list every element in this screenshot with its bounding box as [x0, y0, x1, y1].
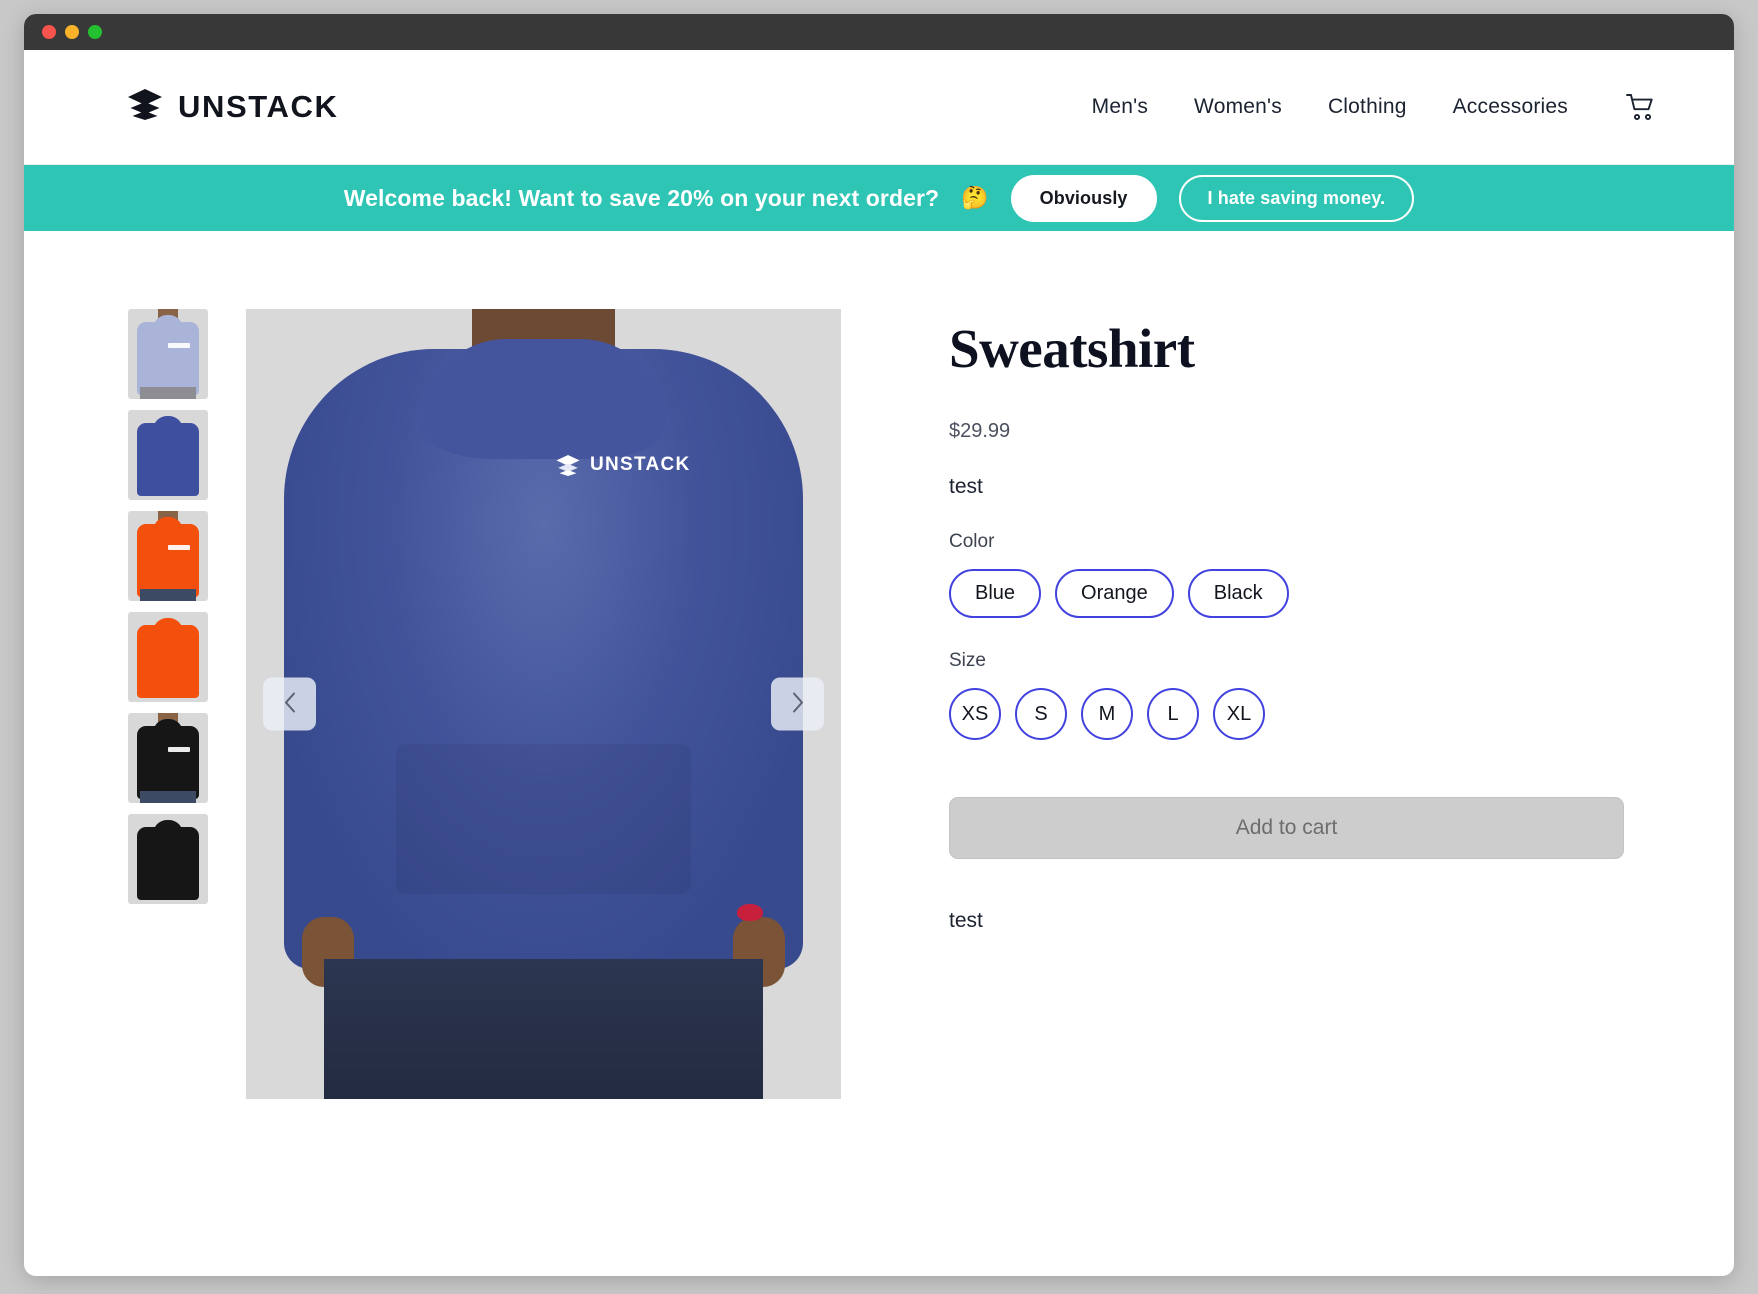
chest-logo-text: UNSTACK	[590, 454, 691, 475]
product-page: UNSTACK Sweatshirt $29.99 test Color Blu…	[24, 231, 1734, 1099]
add-to-cart-button[interactable]: Add to cart	[949, 797, 1624, 859]
color-option-orange[interactable]: Orange	[1055, 569, 1174, 618]
main-navigation: Men's Women's Clothing Accessories	[1092, 93, 1656, 121]
color-option-black[interactable]: Black	[1187, 569, 1289, 618]
thumbnail-item[interactable]	[128, 612, 208, 702]
product-main-image[interactable]: UNSTACK	[246, 309, 841, 1099]
brand-logo[interactable]: UNSTACK	[128, 89, 338, 125]
shopping-cart-icon	[1626, 94, 1656, 124]
size-option-l[interactable]: L	[1147, 688, 1199, 740]
browser-window: UNSTACK Men's Women's Clothing Accessori…	[24, 14, 1734, 1276]
nav-item-womens[interactable]: Women's	[1194, 95, 1282, 119]
product-secondary-description: test	[949, 909, 983, 932]
nav-item-clothing[interactable]: Clothing	[1328, 95, 1407, 119]
zoom-window-button[interactable]	[88, 25, 102, 39]
product-details: Sweatshirt $29.99 test Color Blue Orange…	[879, 309, 1624, 1099]
promo-banner: Welcome back! Want to save 20% on your n…	[24, 165, 1734, 231]
size-option-group: XS S M L XL	[949, 688, 1624, 740]
thumbnail-item[interactable]	[128, 814, 208, 904]
size-option-xs[interactable]: XS	[949, 688, 1001, 740]
size-option-s[interactable]: S	[1015, 688, 1067, 740]
product-price: $29.99	[949, 420, 1011, 442]
nav-item-mens[interactable]: Men's	[1092, 95, 1148, 119]
chevron-left-icon	[282, 691, 298, 718]
thumbnail-item[interactable]	[128, 410, 208, 500]
cart-button[interactable]	[1626, 93, 1656, 121]
size-option-xl[interactable]: XL	[1213, 688, 1265, 740]
window-titlebar	[24, 14, 1734, 50]
close-window-button[interactable]	[42, 25, 56, 39]
color-option-blue[interactable]: Blue	[949, 569, 1042, 618]
brand-name: UNSTACK	[178, 89, 339, 124]
product-description: test	[949, 475, 983, 498]
promo-accept-button[interactable]: Obviously	[1010, 174, 1157, 222]
chest-logo: UNSTACK	[556, 454, 691, 476]
thinking-face-emoji-icon: 🤔	[961, 185, 989, 210]
product-title: Sweatshirt	[949, 318, 1195, 379]
thumbnail-item[interactable]	[128, 511, 208, 601]
chevron-right-icon	[790, 691, 806, 718]
promo-decline-button[interactable]: I hate saving money.	[1178, 174, 1415, 222]
gallery-prev-button[interactable]	[263, 677, 316, 731]
color-option-group: Blue Orange Black	[949, 569, 1624, 618]
thumbnail-strip	[128, 309, 208, 1099]
size-option-m[interactable]: M	[1081, 688, 1133, 740]
nav-item-accessories[interactable]: Accessories	[1453, 95, 1568, 119]
stacked-layers-icon	[128, 89, 162, 125]
thumbnail-item[interactable]	[128, 713, 208, 803]
minimize-window-button[interactable]	[65, 25, 79, 39]
thumbnail-item[interactable]	[128, 309, 208, 399]
size-option-label: Size	[949, 650, 986, 671]
site-header: UNSTACK Men's Women's Clothing Accessori…	[24, 50, 1734, 165]
promo-message: Welcome back! Want to save 20% on your n…	[343, 184, 940, 211]
color-option-label: Color	[949, 531, 995, 552]
gallery-next-button[interactable]	[771, 677, 824, 731]
